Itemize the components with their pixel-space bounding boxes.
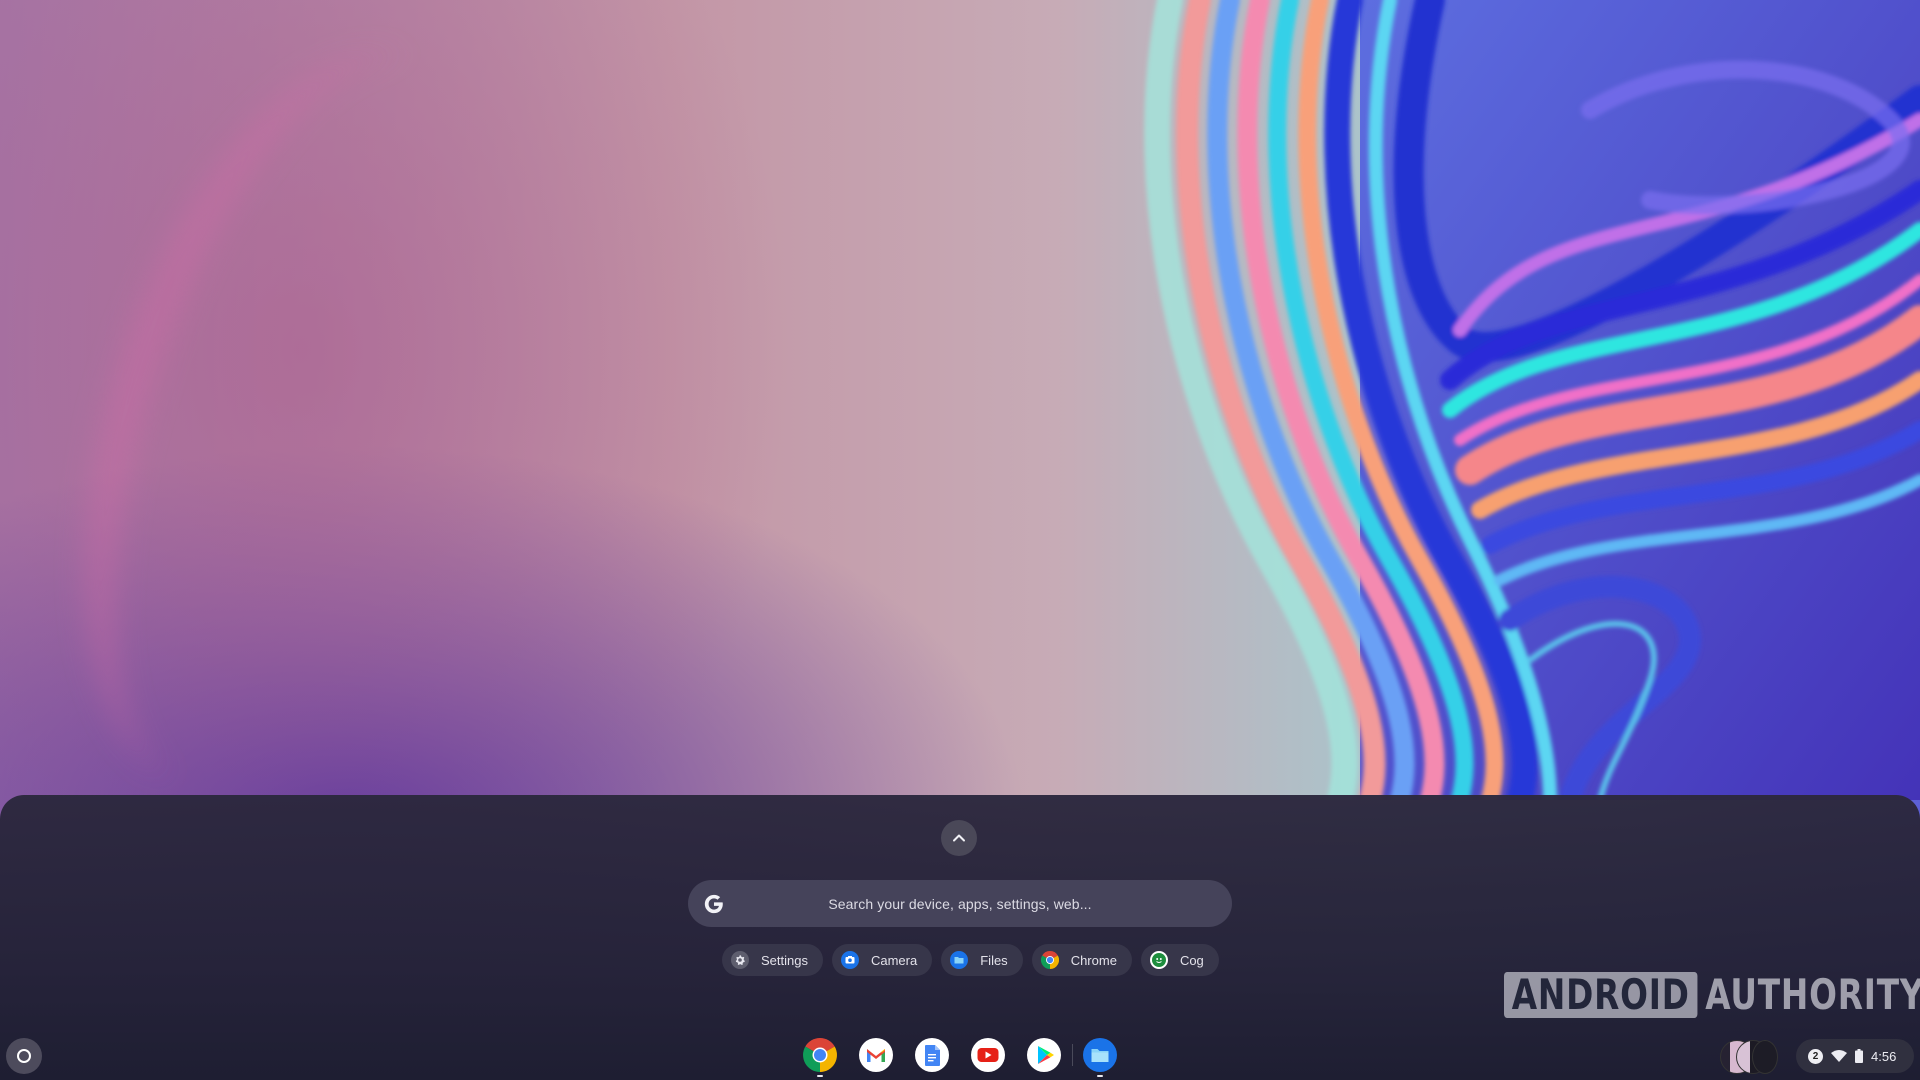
launcher-button[interactable] xyxy=(6,1038,42,1074)
chip-label: Files xyxy=(980,952,1008,968)
play-store-icon xyxy=(1027,1038,1061,1072)
shelf-separator xyxy=(1072,1044,1073,1066)
cog-app-icon xyxy=(1149,951,1168,969)
search-placeholder: Search your device, apps, settings, web.… xyxy=(828,895,1092,912)
chevron-up-icon xyxy=(953,834,965,842)
chip-settings[interactable]: Settings xyxy=(722,944,823,976)
chrome-icon xyxy=(1040,951,1059,969)
notification-count-badge: 2 xyxy=(1808,1048,1823,1064)
watermark-part1: ANDROID xyxy=(1504,971,1698,1018)
chip-label: Camera xyxy=(870,952,918,968)
shelf-app-youtube[interactable] xyxy=(971,1038,1005,1072)
google-g-icon xyxy=(701,891,726,916)
shelf-app-play-store[interactable] xyxy=(1027,1038,1061,1072)
shelf-app-chrome[interactable] xyxy=(803,1038,837,1072)
chip-camera[interactable]: Camera xyxy=(831,944,933,976)
suggestion-chips: Settings Camera Files Chrome Cog xyxy=(722,944,1219,976)
watermark-part2: AUTHORITY xyxy=(1705,970,1920,1019)
battery-icon xyxy=(1855,1049,1863,1063)
chip-label: Settings xyxy=(761,952,808,968)
running-indicator xyxy=(817,1075,823,1077)
running-indicator xyxy=(1097,1075,1103,1077)
expand-launcher-button[interactable] xyxy=(941,820,977,856)
window-previews[interactable] xyxy=(1720,1040,1784,1074)
chip-files[interactable]: Files xyxy=(941,944,1023,976)
chrome-icon xyxy=(803,1038,837,1072)
shelf-app-docs[interactable] xyxy=(915,1038,949,1072)
shelf-app-files[interactable] xyxy=(1083,1038,1117,1072)
gmail-icon xyxy=(859,1038,893,1072)
status-tray[interactable]: 2 4:56 xyxy=(1796,1039,1914,1073)
launcher-search-box[interactable]: Search your device, apps, settings, web.… xyxy=(688,880,1232,927)
chip-label: Cog xyxy=(1179,952,1204,968)
chip-label: Chrome xyxy=(1070,952,1117,968)
settings-gear-icon xyxy=(731,951,749,969)
chip-cog[interactable]: Cog xyxy=(1140,944,1219,976)
files-icon xyxy=(1083,1038,1117,1072)
wallpaper-color-swirl xyxy=(1130,0,1920,800)
launcher-circle-icon xyxy=(17,1049,31,1063)
shelf-app-gmail[interactable] xyxy=(859,1038,893,1072)
camera-icon xyxy=(840,951,859,969)
docs-icon xyxy=(915,1038,949,1072)
window-thumbnail[interactable] xyxy=(1752,1040,1778,1074)
android-authority-watermark: ANDROID AUTHORITY xyxy=(1504,970,1920,1019)
wifi-icon xyxy=(1831,1050,1847,1062)
youtube-icon xyxy=(971,1038,1005,1072)
chip-chrome[interactable]: Chrome xyxy=(1031,944,1132,976)
files-folder-icon xyxy=(950,951,969,969)
clock-time: 4:56 xyxy=(1871,1048,1897,1064)
